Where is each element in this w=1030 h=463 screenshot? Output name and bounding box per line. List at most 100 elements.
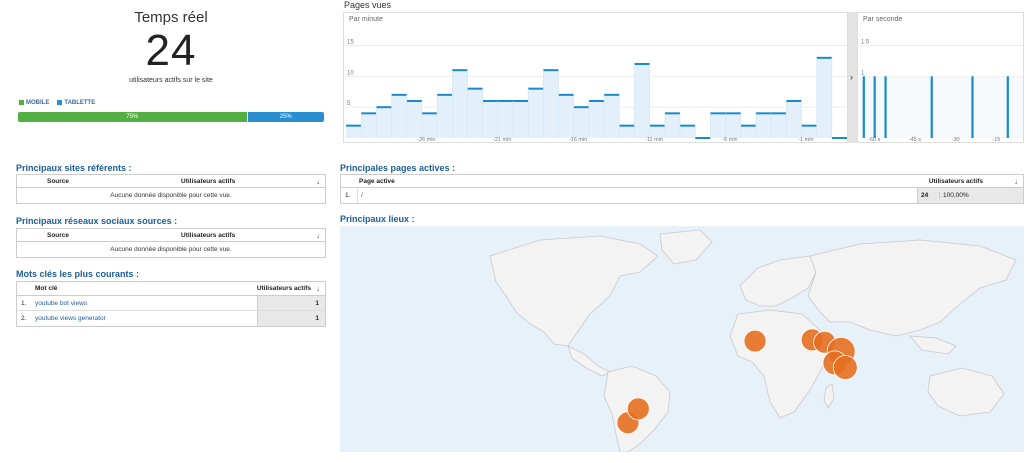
location-bubble[interactable] xyxy=(743,329,767,353)
land-north-america xyxy=(489,235,659,347)
y-tick-label: 1 xyxy=(861,70,865,76)
sort-down-icon[interactable]: ↓ xyxy=(316,284,320,293)
bar-cap xyxy=(376,106,392,109)
cell-divider xyxy=(357,188,358,203)
bar-area[interactable] xyxy=(406,101,422,138)
bar-area[interactable] xyxy=(452,70,468,138)
sort-down-icon[interactable]: ↓ xyxy=(316,231,320,240)
bar-area[interactable] xyxy=(467,88,483,138)
pageviews-title: Pages vues xyxy=(344,0,392,10)
table-row[interactable]: 2. youtube views generator 1 xyxy=(17,311,325,326)
active-users-count: 24 xyxy=(145,26,197,75)
bar-area[interactable] xyxy=(740,125,756,138)
bar-cap xyxy=(695,137,711,139)
second-bar[interactable] xyxy=(971,76,974,138)
bar-area[interactable] xyxy=(680,125,696,138)
location-bubble[interactable] xyxy=(626,397,650,421)
bar-area[interactable] xyxy=(771,113,787,138)
keyword-link[interactable]: youtube bot views xyxy=(35,300,87,307)
bar-area[interactable] xyxy=(558,94,574,138)
bar-cap xyxy=(755,112,772,115)
bar-area[interactable] xyxy=(786,101,802,138)
bar-area[interactable] xyxy=(755,113,772,138)
bar-area[interactable] xyxy=(361,113,377,138)
bar-area[interactable] xyxy=(543,70,559,138)
col-active-users[interactable]: Utilisateurs actifs xyxy=(257,285,311,292)
x-tick-label: -60 s xyxy=(868,137,880,143)
table-row[interactable]: 1. youtube bot views 1 xyxy=(17,296,325,311)
col-source[interactable]: Source xyxy=(47,178,69,185)
bar-cap xyxy=(816,56,832,59)
x-tick-label: -16 min xyxy=(569,137,587,143)
table-header: Mot clé Utilisateurs actifs ↓ xyxy=(17,282,325,296)
bar-area[interactable] xyxy=(513,101,529,138)
bar-area[interactable] xyxy=(634,64,650,138)
active-page-link[interactable]: / xyxy=(361,192,363,199)
active-page-users: 24 xyxy=(921,192,929,199)
bar-area[interactable] xyxy=(497,101,513,138)
second-bar[interactable] xyxy=(930,76,933,138)
bar-cap xyxy=(588,100,605,102)
device-bar-mobile[interactable]: 75% xyxy=(18,112,248,122)
device-legend: MOBILE TABLETTE xyxy=(19,100,95,106)
social-table: Source Utilisateurs actifs ↓ Aucune donn… xyxy=(16,228,326,258)
bar-cap xyxy=(740,124,756,127)
bar-area[interactable] xyxy=(725,113,741,138)
bar-area[interactable] xyxy=(391,94,407,138)
land-africa xyxy=(729,309,831,419)
social-title: Principaux réseaux sociaux sources : xyxy=(16,216,178,226)
col-keyword[interactable]: Mot clé xyxy=(35,285,57,292)
sort-down-icon[interactable]: ↓ xyxy=(316,177,320,186)
col-active-users[interactable]: Utilisateurs actifs xyxy=(929,178,983,185)
col-active-page[interactable]: Page active xyxy=(359,178,395,185)
bar-area[interactable] xyxy=(421,113,438,138)
bar-cap xyxy=(452,69,468,72)
bar-area[interactable] xyxy=(376,107,392,138)
keywords-title: Mots clés les plus courants : xyxy=(16,269,140,279)
y-tick-label: 15 xyxy=(347,40,354,46)
device-bar-tablet[interactable]: 25% xyxy=(247,112,324,122)
bar-area[interactable] xyxy=(710,113,726,138)
location-bubble[interactable] xyxy=(832,355,858,380)
bar-area[interactable] xyxy=(482,101,498,138)
bar-area[interactable] xyxy=(437,94,453,138)
bar-cap xyxy=(680,124,696,127)
col-source[interactable]: Source xyxy=(47,232,69,239)
col-active-users[interactable]: Utilisateurs actifs xyxy=(181,232,235,239)
row-index: 2. xyxy=(21,315,27,322)
land-southeast-asia xyxy=(909,335,957,355)
bar-area[interactable] xyxy=(588,101,605,138)
bar-area[interactable] xyxy=(619,125,635,138)
table-row[interactable]: 1. / 24 100,00% xyxy=(341,188,1023,203)
bar-area[interactable] xyxy=(604,94,620,138)
second-bar[interactable] xyxy=(862,76,865,138)
referrers-table: Source Utilisateurs actifs ↓ Aucune donn… xyxy=(16,174,326,204)
bar-area[interactable] xyxy=(573,107,589,138)
x-tick-label: -21 min xyxy=(493,137,511,143)
legend-swatch-tablet xyxy=(57,100,63,105)
world-map[interactable] xyxy=(340,226,1024,452)
bar-cap xyxy=(801,124,817,127)
bar-cap xyxy=(558,93,574,96)
keyword-link[interactable]: youtube views generator xyxy=(35,315,106,322)
users-cell xyxy=(917,188,1023,203)
per-minute-chart: Par minute 15 10 5 -26 min -21 min -16 min -11… xyxy=(343,12,848,143)
bar-cap xyxy=(604,93,620,96)
bar-area[interactable] xyxy=(346,125,362,138)
bar-area[interactable] xyxy=(664,113,680,138)
table-header: Source Utilisateurs actifs ↓ xyxy=(17,229,325,242)
x-tick-label: -6 min xyxy=(722,137,737,143)
col-active-users[interactable]: Utilisateurs actifs xyxy=(181,178,235,185)
world-map-svg xyxy=(489,229,1017,452)
legend-tablet[interactable]: TABLETTE xyxy=(57,100,95,106)
second-bar[interactable] xyxy=(884,76,887,138)
expand-arrow-icon[interactable]: › xyxy=(850,72,853,82)
second-bar[interactable] xyxy=(1006,76,1009,138)
sort-down-icon[interactable]: ↓ xyxy=(1014,177,1018,186)
second-bar[interactable] xyxy=(873,76,876,138)
referrers-title: Principaux sites référents : xyxy=(16,163,132,173)
legend-mobile[interactable]: MOBILE xyxy=(19,100,49,106)
bar-area[interactable] xyxy=(528,88,544,138)
bar-area[interactable] xyxy=(816,57,832,139)
x-tick-label: -15 xyxy=(992,137,1000,143)
